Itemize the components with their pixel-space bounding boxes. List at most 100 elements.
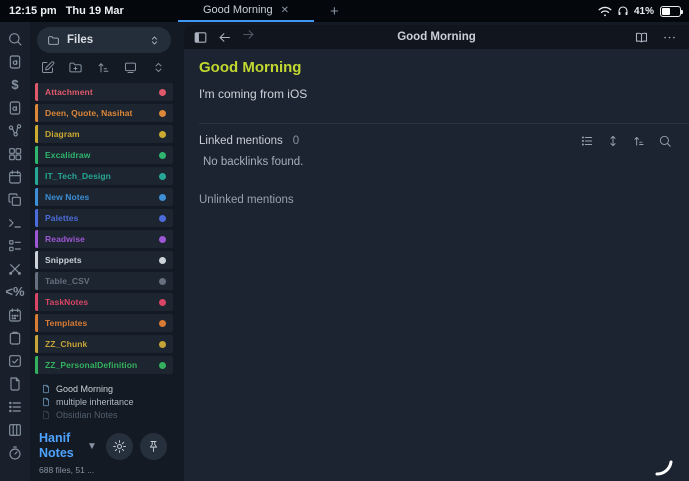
folder-color-dot bbox=[159, 131, 166, 138]
sidebar-toolbar bbox=[35, 60, 173, 75]
folder-row[interactable]: Templates bbox=[35, 314, 173, 332]
file-row[interactable]: Obsidian Notes bbox=[35, 408, 173, 421]
body-row: $ <% Files bbox=[0, 22, 689, 481]
template-code-icon[interactable]: <% bbox=[5, 284, 24, 300]
folder-color-dot bbox=[159, 236, 166, 243]
dollar-icon[interactable]: $ bbox=[11, 77, 18, 93]
chevron-up-down-icon bbox=[148, 34, 161, 47]
file-explorer-sidebar: Files Attachment De bbox=[30, 22, 178, 481]
gear-icon bbox=[112, 439, 127, 454]
check-square-icon[interactable] bbox=[7, 353, 23, 369]
unlinked-mentions-label: Unlinked mentions bbox=[199, 194, 689, 206]
back-arrow-icon[interactable] bbox=[217, 30, 232, 45]
more-icon[interactable] bbox=[662, 30, 677, 45]
vault-chevron-down-icon[interactable]: ▼ bbox=[87, 441, 97, 452]
folder-row[interactable]: ZZ_Chunk bbox=[35, 335, 173, 353]
file-row[interactable]: Good Morning bbox=[35, 382, 173, 395]
status-bar-right: 41% bbox=[598, 0, 689, 22]
battery-icon bbox=[660, 6, 681, 17]
note-content[interactable]: Good Morning I'm coming from iOS Linked … bbox=[184, 49, 689, 481]
form-icon[interactable] bbox=[7, 238, 23, 254]
note-title[interactable]: Good Morning bbox=[199, 59, 689, 76]
status-bar-left: 12:15 pm Thu 19 Mar bbox=[0, 0, 178, 22]
file-check-icon[interactable] bbox=[7, 54, 23, 70]
file-icon bbox=[41, 384, 51, 394]
calendar-icon[interactable] bbox=[7, 169, 23, 185]
folder-row[interactable]: IT_Tech_Design bbox=[35, 167, 173, 185]
folder-row[interactable]: Snippets bbox=[35, 251, 173, 269]
folder-row[interactable]: Attachment bbox=[35, 83, 173, 101]
panel-left-icon[interactable] bbox=[193, 30, 208, 45]
note-body[interactable]: I'm coming from iOS bbox=[199, 87, 689, 101]
folder-row[interactable]: ZZ_PersonalDefinition bbox=[35, 356, 173, 374]
folder-row[interactable]: Readwise bbox=[35, 230, 173, 248]
new-tab-button[interactable]: + bbox=[330, 0, 339, 22]
new-note-icon[interactable] bbox=[40, 60, 55, 75]
book-open-icon[interactable] bbox=[634, 30, 649, 45]
folder-row[interactable]: TaskNotes bbox=[35, 293, 173, 311]
files-dropdown[interactable]: Files bbox=[37, 27, 171, 53]
copy-icon[interactable] bbox=[7, 192, 23, 208]
list-icon[interactable] bbox=[580, 134, 594, 148]
card-panel-icon[interactable] bbox=[123, 60, 138, 75]
collapse-icon[interactable] bbox=[151, 60, 166, 75]
clock-date: Thu 19 Mar bbox=[66, 5, 124, 17]
crossed-tools-icon[interactable] bbox=[7, 261, 23, 277]
settings-button[interactable] bbox=[106, 433, 133, 460]
top-strip: 12:15 pm Thu 19 Mar Good Morning ✕ + 41% bbox=[0, 0, 689, 22]
terminal-icon[interactable] bbox=[7, 215, 23, 231]
folder-label: Templates bbox=[45, 318, 87, 328]
folder-color-dot bbox=[159, 173, 166, 180]
vault-name[interactable]: Hanif Notes bbox=[39, 431, 87, 461]
folder-row[interactable]: Table_CSV bbox=[35, 272, 173, 290]
linked-mentions-count: 0 bbox=[293, 135, 299, 147]
folder-icon bbox=[47, 34, 60, 47]
file-icon bbox=[41, 410, 51, 420]
sort-asc-icon[interactable] bbox=[96, 60, 111, 75]
search-icon[interactable] bbox=[658, 134, 672, 148]
folder-row[interactable]: Diagram bbox=[35, 125, 173, 143]
forward-arrow-icon[interactable] bbox=[241, 27, 256, 42]
folder-row[interactable]: Excalidraw bbox=[35, 146, 173, 164]
tab-good-morning[interactable]: Good Morning ✕ bbox=[178, 0, 314, 22]
no-backlinks-message: No backlinks found. bbox=[199, 156, 689, 168]
kanban-icon[interactable] bbox=[7, 422, 23, 438]
folder-color-dot bbox=[159, 320, 166, 327]
calendar-dots-icon[interactable] bbox=[7, 307, 23, 323]
corner-swipe-indicator bbox=[654, 459, 676, 477]
vault-footer: Hanif Notes ▼ 688 files, 51 ... bbox=[35, 429, 173, 475]
bullet-list-icon[interactable] bbox=[7, 399, 23, 415]
folder-color-dot bbox=[159, 341, 166, 348]
folder-color-dot bbox=[159, 152, 166, 159]
file-row[interactable]: multiple inheritance bbox=[35, 395, 173, 408]
folder-label: ZZ_PersonalDefinition bbox=[45, 360, 137, 370]
backlinks-header: Linked mentions 0 bbox=[199, 134, 689, 148]
note-navbar: Good Morning bbox=[184, 25, 689, 49]
folder-label: Excalidraw bbox=[45, 150, 90, 160]
file-label: Good Morning bbox=[56, 384, 113, 394]
folder-label: IT_Tech_Design bbox=[45, 171, 111, 181]
dashboard-icon[interactable] bbox=[7, 146, 23, 162]
clipboard-icon[interactable] bbox=[7, 330, 23, 346]
folder-label: Attachment bbox=[45, 87, 93, 97]
new-folder-icon[interactable] bbox=[68, 60, 83, 75]
file-icon bbox=[41, 397, 51, 407]
folder-label: Palettes bbox=[45, 213, 78, 223]
sort-asc-icon[interactable] bbox=[632, 134, 646, 148]
up-down-icon[interactable] bbox=[606, 134, 620, 148]
timer-icon[interactable] bbox=[7, 445, 23, 461]
blank-file-icon[interactable] bbox=[7, 376, 23, 392]
tab-close-icon[interactable]: ✕ bbox=[281, 5, 289, 16]
file-note-icon[interactable] bbox=[7, 100, 23, 116]
graph-icon[interactable] bbox=[7, 123, 23, 139]
folder-row[interactable]: Palettes bbox=[35, 209, 173, 227]
folder-color-dot bbox=[159, 299, 166, 306]
folder-row[interactable]: Deen, Quote, Nasihat bbox=[35, 104, 173, 122]
obsidian-app-window: 12:15 pm Thu 19 Mar Good Morning ✕ + 41%… bbox=[0, 0, 689, 481]
search-icon[interactable] bbox=[7, 31, 23, 47]
tab-title: Good Morning bbox=[203, 4, 273, 16]
pin-button[interactable] bbox=[140, 433, 167, 460]
file-label: Obsidian Notes bbox=[56, 410, 118, 420]
folder-row[interactable]: New Notes bbox=[35, 188, 173, 206]
files-dropdown-label: Files bbox=[67, 34, 93, 46]
